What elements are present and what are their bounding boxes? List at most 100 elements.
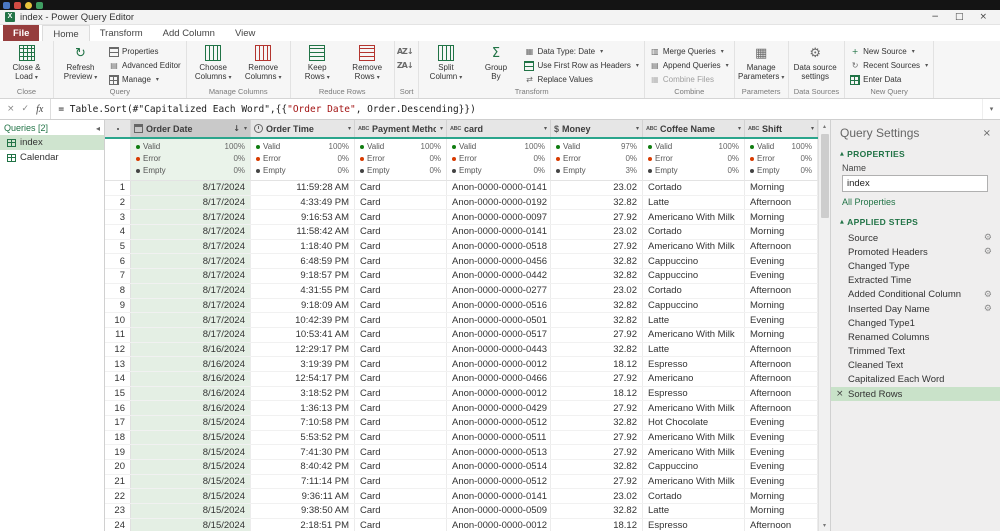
cell-order-date[interactable]: 8/15/2024 (131, 430, 251, 445)
filter-icon[interactable]: ▾ (544, 125, 547, 132)
cell-order-time[interactable]: 11:58:42 AM (251, 225, 355, 239)
cell-order-time[interactable]: 4:31:55 PM (251, 283, 355, 298)
cell-card[interactable]: Anon-0000-0000-0277 (447, 283, 551, 298)
cell-order-date[interactable]: 8/15/2024 (131, 518, 251, 531)
cell-card[interactable]: Anon-0000-0000-0513 (447, 445, 551, 460)
cell-coffee-name[interactable]: Cappuccino (643, 269, 745, 283)
cell-shift[interactable]: Evening (745, 474, 818, 489)
applied-step-renamed-columns[interactable]: Renamed Columns (831, 330, 1000, 344)
maximize-button[interactable]: □ (955, 12, 964, 22)
column-header-shift[interactable]: ABC Shift ▾ (745, 120, 818, 137)
column-header-coffee-name[interactable]: ABC Coffee Name ▾ (643, 120, 745, 137)
applied-step-promoted-headers[interactable]: Promoted Headers ⚙ (831, 245, 1000, 259)
cell-order-date[interactable]: 8/15/2024 (131, 489, 251, 504)
ribbon-tab-add-column[interactable]: Add Column (153, 25, 225, 41)
cell-order-time[interactable]: 12:54:17 PM (251, 371, 355, 386)
cell-order-time[interactable]: 9:38:50 AM (251, 504, 355, 518)
ribbon-button-sort-ascending[interactable]: AZ↓ (397, 45, 414, 58)
cell-card[interactable]: Anon-0000-0000-0509 (447, 504, 551, 518)
cell-coffee-name[interactable]: Cortado (643, 489, 745, 504)
ribbon-button-keep-rows[interactable]: Keep Rows ▾ (294, 42, 341, 87)
filter-icon[interactable]: ▾ (440, 125, 443, 132)
cell-payment-method[interactable]: Card (355, 313, 447, 327)
cell-card[interactable]: Anon-0000-0000-0511 (447, 430, 551, 445)
cell-shift[interactable]: Afternoon (745, 239, 818, 254)
formula-expand-button[interactable]: ▾ (982, 99, 1000, 119)
cell-order-date[interactable]: 8/17/2024 (131, 283, 251, 298)
cell-coffee-name[interactable]: Cappuccino (643, 254, 745, 269)
ribbon-button-new-source[interactable]: + New Source ▾ (848, 45, 930, 58)
ribbon-button-append-queries[interactable]: ▤ Append Queries ▾ (648, 59, 731, 72)
ribbon-button-combine-files[interactable]: ▦ Combine Files (648, 73, 731, 86)
applied-step-capitalized-each-word[interactable]: Capitalized Each Word (831, 373, 1000, 387)
cell-card[interactable]: Anon-0000-0000-0512 (447, 474, 551, 489)
cell-shift[interactable]: Evening (745, 430, 818, 445)
cell-order-date[interactable]: 8/15/2024 (131, 504, 251, 518)
cell-shift[interactable]: Morning (745, 298, 818, 313)
applied-step-changed-type1[interactable]: Changed Type1 (831, 316, 1000, 330)
cell-shift[interactable]: Afternoon (745, 283, 818, 298)
cell-coffee-name[interactable]: Latte (643, 195, 745, 210)
cell-payment-method[interactable]: Card (355, 401, 447, 415)
cell-shift[interactable]: Afternoon (745, 342, 818, 357)
cell-money[interactable]: 23.02 (551, 225, 643, 239)
cell-coffee-name[interactable]: Latte (643, 342, 745, 357)
cell-order-time[interactable]: 11:59:28 AM (251, 181, 355, 195)
cell-payment-method[interactable]: Card (355, 254, 447, 269)
cell-shift[interactable]: Evening (745, 416, 818, 430)
cell-card[interactable]: Anon-0000-0000-0466 (447, 371, 551, 386)
cell-payment-method[interactable]: Card (355, 269, 447, 283)
ribbon-button-sort-descending[interactable]: ZA↓ (397, 59, 414, 72)
applied-step-added-conditional-column[interactable]: Added Conditional Column ⚙ (831, 288, 1000, 302)
ribbon-button-properties[interactable]: Properties (107, 45, 183, 58)
ribbon-button-split-column[interactable]: Split Column ▾ (422, 42, 469, 87)
applied-step-sorted-rows[interactable]: × Sorted Rows (831, 387, 1000, 402)
cell-money[interactable]: 18.12 (551, 357, 643, 371)
cell-coffee-name[interactable]: Americano With Milk (643, 401, 745, 415)
ribbon-button-merge-queries[interactable]: ▥ Merge Queries ▾ (648, 45, 731, 58)
cell-shift[interactable]: Evening (745, 445, 818, 460)
cell-money[interactable]: 27.92 (551, 474, 643, 489)
cell-shift[interactable]: Afternoon (745, 357, 818, 371)
cell-order-time[interactable]: 1:36:13 PM (251, 401, 355, 415)
cell-coffee-name[interactable]: Americano With Milk (643, 239, 745, 254)
cell-coffee-name[interactable]: Americano (643, 371, 745, 386)
ribbon-tab-home[interactable]: Home (42, 25, 90, 41)
cell-shift[interactable]: Afternoon (745, 401, 818, 415)
cell-card[interactable]: Anon-0000-0000-0442 (447, 269, 551, 283)
cell-order-time[interactable]: 3:18:52 PM (251, 386, 355, 401)
cell-shift[interactable]: Morning (745, 181, 818, 195)
cell-money[interactable]: 27.92 (551, 210, 643, 225)
cell-money[interactable]: 32.82 (551, 313, 643, 327)
cell-order-date[interactable]: 8/17/2024 (131, 225, 251, 239)
cell-shift[interactable]: Morning (745, 210, 818, 225)
ribbon-button-data-source-settings[interactable]: ⚙ Data source settings (792, 42, 839, 87)
cell-shift[interactable]: Evening (745, 460, 818, 474)
cell-payment-method[interactable]: Card (355, 416, 447, 430)
taskbar-icon-2[interactable] (14, 1, 21, 9)
all-properties-link[interactable]: All Properties (831, 196, 1000, 212)
close-button[interactable]: × (979, 12, 987, 22)
cell-order-date[interactable]: 8/17/2024 (131, 313, 251, 327)
cell-order-date[interactable]: 8/16/2024 (131, 401, 251, 415)
gear-icon[interactable]: ⚙ (984, 290, 992, 300)
applied-step-trimmed-text[interactable]: Trimmed Text (831, 345, 1000, 359)
vertical-scrollbar[interactable]: ▴ ▾ (818, 120, 830, 531)
cell-shift[interactable]: Afternoon (745, 386, 818, 401)
ribbon-button-manage-parameters[interactable]: ▦ Manage Parameters ▾ (738, 42, 785, 87)
cell-card[interactable]: Anon-0000-0000-0097 (447, 210, 551, 225)
cell-order-time[interactable]: 6:48:59 PM (251, 254, 355, 269)
ribbon-tab-file[interactable]: File (3, 25, 40, 41)
cell-order-date[interactable]: 8/15/2024 (131, 445, 251, 460)
cell-order-time[interactable]: 9:36:11 AM (251, 489, 355, 504)
ribbon-button-advanced-editor[interactable]: ▤ Advanced Editor (107, 59, 183, 72)
delete-step-icon[interactable]: × (836, 389, 844, 399)
cell-payment-method[interactable]: Card (355, 357, 447, 371)
query-item-index[interactable]: index (0, 135, 104, 150)
cell-order-time[interactable]: 9:16:53 AM (251, 210, 355, 225)
cell-shift[interactable]: Morning (745, 225, 818, 239)
ribbon-button-use-first-row-as-headers[interactable]: Use First Row as Headers ▾ (522, 59, 640, 72)
cell-order-time[interactable]: 12:29:17 PM (251, 342, 355, 357)
cell-order-date[interactable]: 8/17/2024 (131, 195, 251, 210)
gear-icon[interactable]: ⚙ (984, 233, 992, 243)
